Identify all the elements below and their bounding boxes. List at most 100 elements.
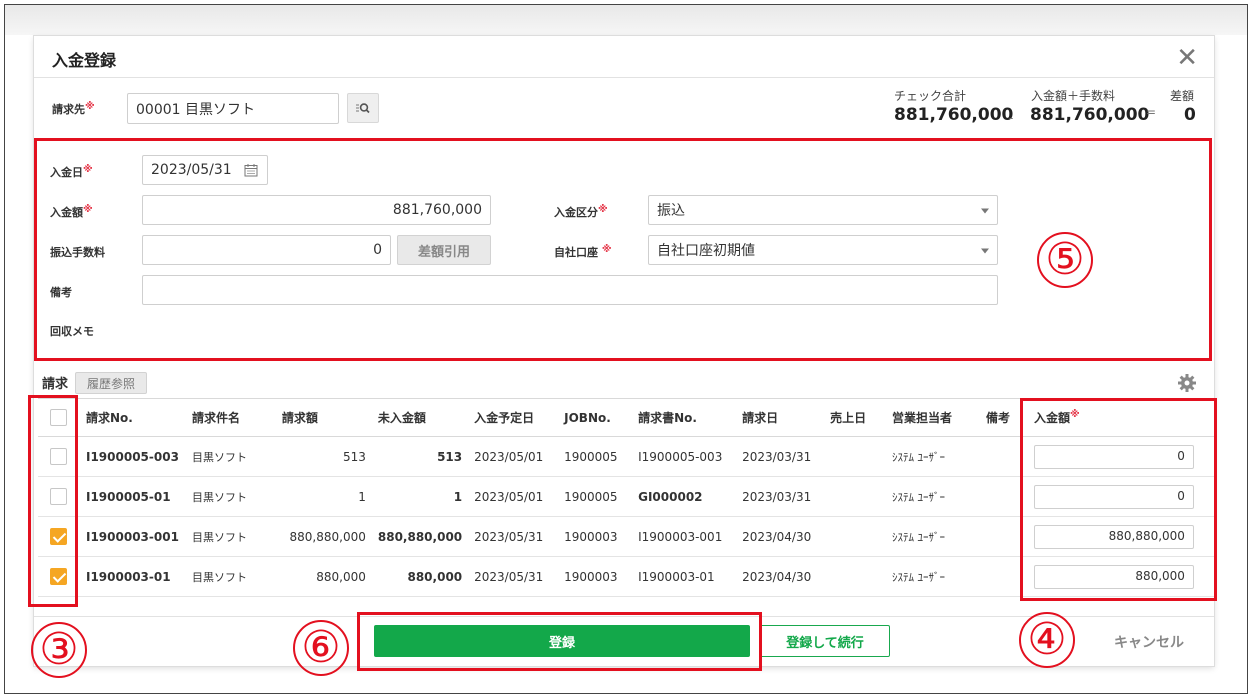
invoice-name: 目黒ソフト: [185, 476, 276, 517]
row-checkbox-checked[interactable]: [50, 568, 68, 585]
history-button[interactable]: 履歴参照: [75, 372, 147, 394]
invoice-section-title: 請求: [42, 377, 69, 392]
col-header: 請求書No.: [632, 398, 737, 437]
row-note: [979, 476, 1018, 517]
deposit-amount-input[interactable]: 0: [1033, 444, 1194, 469]
unpaid-amount: 513: [371, 436, 469, 477]
col-header-amount: 入金額※: [1017, 398, 1214, 437]
fee-input[interactable]: 0: [142, 235, 391, 265]
diff-value: 0: [1184, 105, 1196, 125]
invoice-doc-no: I1900003-01: [632, 556, 737, 597]
invoice-date: 2023/04/30: [736, 516, 825, 557]
invoice-doc-link[interactable]: GI000002: [632, 476, 737, 517]
unpaid-amount: 880,000: [371, 556, 469, 597]
diff-label: 差額: [1170, 89, 1195, 103]
category-select[interactable]: 振込: [648, 195, 998, 225]
due-date: 2023/05/31: [468, 516, 559, 557]
close-icon[interactable]: ✕: [1176, 42, 1198, 73]
billing-label: 請求先※: [52, 101, 95, 116]
check-total-value: 881,760,000: [894, 105, 1014, 125]
col-header: 営業担当者: [886, 398, 980, 437]
billing-search-button[interactable]: [347, 93, 379, 123]
sales-rep: ｼｽﾃﾑ ﾕｰｻﾞｰ: [886, 516, 980, 557]
deposit-amount-input[interactable]: 0: [1033, 484, 1194, 509]
invoice-doc-no: I1900003-001: [632, 516, 737, 557]
invoice-no-link[interactable]: I1900005-003: [79, 436, 186, 477]
annotation-number-3: ③: [31, 622, 87, 678]
billed-amount: 880,000: [275, 556, 372, 597]
row-checkbox[interactable]: [50, 488, 68, 505]
col-header: 請求日: [736, 398, 825, 437]
amount-input[interactable]: 881,760,000: [142, 195, 491, 225]
register-continue-button[interactable]: 登録して続行: [760, 625, 890, 657]
account-select[interactable]: 自社口座初期値: [648, 235, 998, 265]
table-row: I1900003-01 目黒ソフト 880,000 880,000 2023/0…: [38, 556, 1214, 597]
due-date: 2023/05/01: [468, 436, 559, 477]
billing-input[interactable]: 00001 目黒ソフト: [127, 93, 339, 124]
deposit-fee-label: 入金額＋手数料: [1031, 89, 1116, 103]
invoice-no-link[interactable]: I1900003-001: [79, 516, 186, 557]
sales-date: [824, 436, 887, 477]
gear-icon[interactable]: [1177, 373, 1197, 393]
due-date: 2023/05/01: [468, 476, 559, 517]
col-header: 請求件名: [185, 398, 276, 437]
equals-operator: =: [1146, 105, 1157, 119]
invoice-table: 請求No. 請求件名 請求額 未入金額 入金予定日 JOBNo. 請求書No. …: [38, 398, 1214, 597]
invoice-name: 目黒ソフト: [185, 556, 276, 597]
annotation-number-6: ⑥: [293, 620, 349, 676]
sales-rep: ｼｽﾃﾑ ﾕｰｻﾞｰ: [886, 556, 980, 597]
unpaid-amount: 880,880,000: [371, 516, 469, 557]
note-input[interactable]: [142, 275, 998, 305]
row-note: [979, 556, 1018, 597]
table-row: I1900005-01 目黒ソフト 1 1 2023/05/01 1900005…: [38, 476, 1214, 517]
cancel-button[interactable]: キャンセル: [1114, 632, 1184, 652]
select-all-checkbox[interactable]: [50, 409, 68, 426]
job-no: 1900005: [558, 476, 633, 517]
table-row: I1900005-003 目黒ソフト 513 513 2023/05/01 19…: [38, 436, 1214, 477]
unpaid-amount: 1: [371, 476, 469, 517]
invoice-doc-no: I1900005-003: [632, 436, 737, 477]
row-note: [979, 516, 1018, 557]
minus-operator: -: [1009, 111, 1014, 125]
modal-title: 入金登録: [52, 51, 117, 70]
category-label: 入金区分※: [554, 204, 608, 219]
col-header: 請求額: [275, 398, 372, 437]
invoice-name: 目黒ソフト: [185, 516, 276, 557]
date-label: 入金日※: [50, 164, 93, 179]
col-header: 備考: [979, 398, 1018, 437]
annotation-number-4: ④: [1019, 612, 1075, 668]
memo-label: 回収メモ: [50, 325, 94, 338]
fee-label: 振込手数料: [50, 246, 105, 259]
sales-date: [824, 516, 887, 557]
amount-label: 入金額※: [50, 204, 93, 219]
row-checkbox[interactable]: [50, 448, 68, 465]
modal-header: 入金登録 ✕: [34, 36, 1214, 78]
sales-date: [824, 556, 887, 597]
billed-amount: 880,880,000: [275, 516, 372, 557]
invoice-no-link[interactable]: I1900003-01: [79, 556, 186, 597]
job-no: 1900003: [558, 556, 633, 597]
table-header-row: 請求No. 請求件名 請求額 未入金額 入金予定日 JOBNo. 請求書No. …: [38, 398, 1214, 437]
diff-quote-button[interactable]: 差額引用: [397, 235, 491, 265]
deposit-modal: 入金登録 ✕ 請求先※ 00001 目黒ソフト チェック合計 881,760,0…: [34, 36, 1214, 666]
sales-rep: ｼｽﾃﾑ ﾕｰｻﾞｰ: [886, 436, 980, 477]
background-overlay: [5, 5, 1247, 35]
job-no: 1900003: [558, 516, 633, 557]
due-date: 2023/05/31: [468, 556, 559, 597]
chevron-down-icon: [981, 208, 989, 214]
deposit-amount-input[interactable]: 880,000: [1033, 564, 1194, 589]
table-row: I1900003-001 目黒ソフト 880,880,000 880,880,0…: [38, 516, 1214, 557]
check-total-label: チェック合計: [894, 89, 967, 103]
register-button[interactable]: 登録: [374, 625, 750, 657]
calendar-icon: [244, 164, 258, 177]
billed-amount: 513: [275, 436, 372, 477]
row-note: [979, 436, 1018, 477]
sales-date: [824, 476, 887, 517]
date-input[interactable]: 2023/05/31: [142, 155, 268, 185]
deposit-amount-input[interactable]: 880,880,000: [1033, 524, 1194, 549]
chevron-down-icon: [981, 248, 989, 254]
invoice-no-link[interactable]: I1900005-01: [79, 476, 186, 517]
job-no: 1900005: [558, 436, 633, 477]
billed-amount: 1: [275, 476, 372, 517]
row-checkbox-checked[interactable]: [50, 528, 68, 545]
